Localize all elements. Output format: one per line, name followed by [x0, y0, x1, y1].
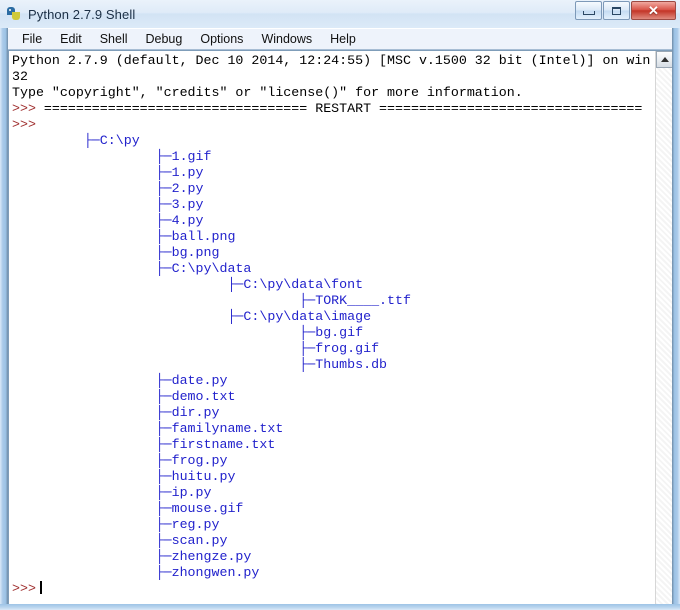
tree-row: ├─frog.gif [12, 341, 655, 357]
window-border-bottom [0, 604, 680, 610]
scroll-up-arrow-icon [660, 57, 669, 62]
prompt-marker: >>> [12, 581, 36, 596]
menu-item-edit[interactable]: Edit [52, 30, 90, 48]
tree-row: ├─2.py [12, 181, 655, 197]
window-border-right [672, 28, 680, 610]
banner-line: Python 2.7.9 (default, Dec 10 2014, 12:2… [12, 53, 651, 68]
tree-row: ├─frog.py [12, 453, 655, 469]
tree-row: ├─C:\py\data\image [12, 309, 655, 325]
menu-item-options[interactable]: Options [192, 30, 251, 48]
tree-row: ├─1.py [12, 165, 655, 181]
tree-row: ├─C:\py\data\font [12, 277, 655, 293]
tree-node-label: ├─1.gif [12, 149, 212, 164]
window-border-left [0, 28, 8, 610]
tree-row: ├─mouse.gif [12, 501, 655, 517]
minimize-button[interactable] [575, 1, 602, 20]
tree-node-label: ├─zhengze.py [12, 549, 252, 564]
restart-line: >>> ================================= RE… [12, 101, 655, 117]
window-controls: ✕ [574, 1, 676, 20]
tree-node-label: ├─bg.gif [12, 325, 364, 340]
titlebar[interactable]: Python 2.7.9 Shell ✕ [0, 0, 680, 29]
tree-node-label: ├─2.py [12, 181, 204, 196]
tree-node-label: ├─3.py [12, 197, 204, 212]
tree-node-label: ├─mouse.gif [12, 501, 244, 516]
menu-item-shell[interactable]: Shell [92, 30, 136, 48]
tree-row: ├─scan.py [12, 533, 655, 549]
tree-node-label: ├─C:\py [12, 133, 140, 148]
console-output[interactable]: Python 2.7.9 (default, Dec 10 2014, 12:2… [9, 51, 655, 604]
tree-node-label: ├─ball.png [12, 229, 236, 244]
maximize-button[interactable] [603, 1, 630, 20]
tree-node-label: ├─frog.py [12, 453, 228, 468]
tree-row: ├─dir.py [12, 405, 655, 421]
tree-node-label: ├─1.py [12, 165, 204, 180]
input-prompt-line: >>> [12, 581, 655, 597]
tree-node-label: ├─familyname.txt [12, 421, 284, 436]
banner-line: 32 [12, 69, 28, 84]
tree-node-label: ├─Thumbs.db [12, 357, 388, 372]
tree-node-label: ├─C:\py\data\image [12, 309, 372, 324]
tree-row: ├─reg.py [12, 517, 655, 533]
menu-item-help[interactable]: Help [322, 30, 364, 48]
python-shell-window: Python 2.7.9 Shell ✕ File Edit Shell Deb… [0, 0, 680, 610]
tree-row: ├─ball.png [12, 229, 655, 245]
prompt-marker: >>> [12, 117, 36, 132]
tree-node-label: ├─C:\py\data\font [12, 277, 364, 292]
tree-row: ├─firstname.txt [12, 437, 655, 453]
restart-banner: ================================= RESTAR… [43, 101, 643, 116]
tree-row: ├─date.py [12, 373, 655, 389]
maximize-icon [612, 6, 621, 15]
menu-item-file[interactable]: File [14, 30, 50, 48]
tree-row: ├─Thumbs.db [12, 357, 655, 373]
tree-row: ├─bg.gif [12, 325, 655, 341]
tree-node-label: ├─date.py [12, 373, 228, 388]
menu-item-windows[interactable]: Windows [253, 30, 320, 48]
window-title: Python 2.7.9 Shell [28, 6, 136, 22]
tree-node-label: ├─4.py [12, 213, 204, 228]
tree-node-label: ├─bg.png [12, 245, 220, 260]
tree-node-label: ├─scan.py [12, 533, 228, 548]
tree-row: ├─4.py [12, 213, 655, 229]
text-cursor [39, 581, 42, 594]
tree-node-label: ├─reg.py [12, 517, 220, 532]
menu-item-debug[interactable]: Debug [138, 30, 191, 48]
tree-node-label: ├─dir.py [12, 405, 220, 420]
tree-node-label: ├─TORK____.ttf [12, 293, 411, 308]
tree-row: ├─zhengze.py [12, 549, 655, 565]
tree-node-label: ├─zhongwen.py [12, 565, 260, 580]
tree-node-label: ├─ip.py [12, 485, 212, 500]
tree-node-label: ├─firstname.txt [12, 437, 276, 452]
tree-row: ├─huitu.py [12, 469, 655, 485]
minimize-icon [582, 10, 595, 15]
tree-row: ├─TORK____.ttf [12, 293, 655, 309]
tree-node-label: ├─frog.gif [12, 341, 380, 356]
shell-text-area[interactable]: Python 2.7.9 (default, Dec 10 2014, 12:2… [8, 50, 672, 604]
tree-row: ├─ip.py [12, 485, 655, 501]
vertical-scrollbar[interactable] [655, 51, 672, 604]
tree-row: ├─3.py [12, 197, 655, 213]
tree-node-label: ├─C:\py\data [12, 261, 252, 276]
tree-node-label: ├─huitu.py [12, 469, 236, 484]
tree-row: ├─C:\py\data [12, 261, 655, 277]
prompt-line: >>> [12, 117, 655, 133]
scroll-up-button[interactable] [656, 51, 672, 68]
python-logo-icon [6, 6, 22, 22]
tree-row: ├─familyname.txt [12, 421, 655, 437]
prompt-marker: >>> [12, 101, 44, 116]
tree-row: ├─C:\py [12, 133, 655, 149]
menubar: File Edit Shell Debug Options Windows He… [8, 28, 672, 50]
close-button[interactable]: ✕ [631, 1, 676, 20]
tree-row: ├─1.gif [12, 149, 655, 165]
close-icon: ✕ [648, 3, 659, 18]
tree-node-label: ├─demo.txt [12, 389, 236, 404]
tree-row: ├─zhongwen.py [12, 565, 655, 581]
banner-line: Type "copyright", "credits" or "license(… [12, 85, 523, 100]
tree-row: ├─demo.txt [12, 389, 655, 405]
tree-row: ├─bg.png [12, 245, 655, 261]
